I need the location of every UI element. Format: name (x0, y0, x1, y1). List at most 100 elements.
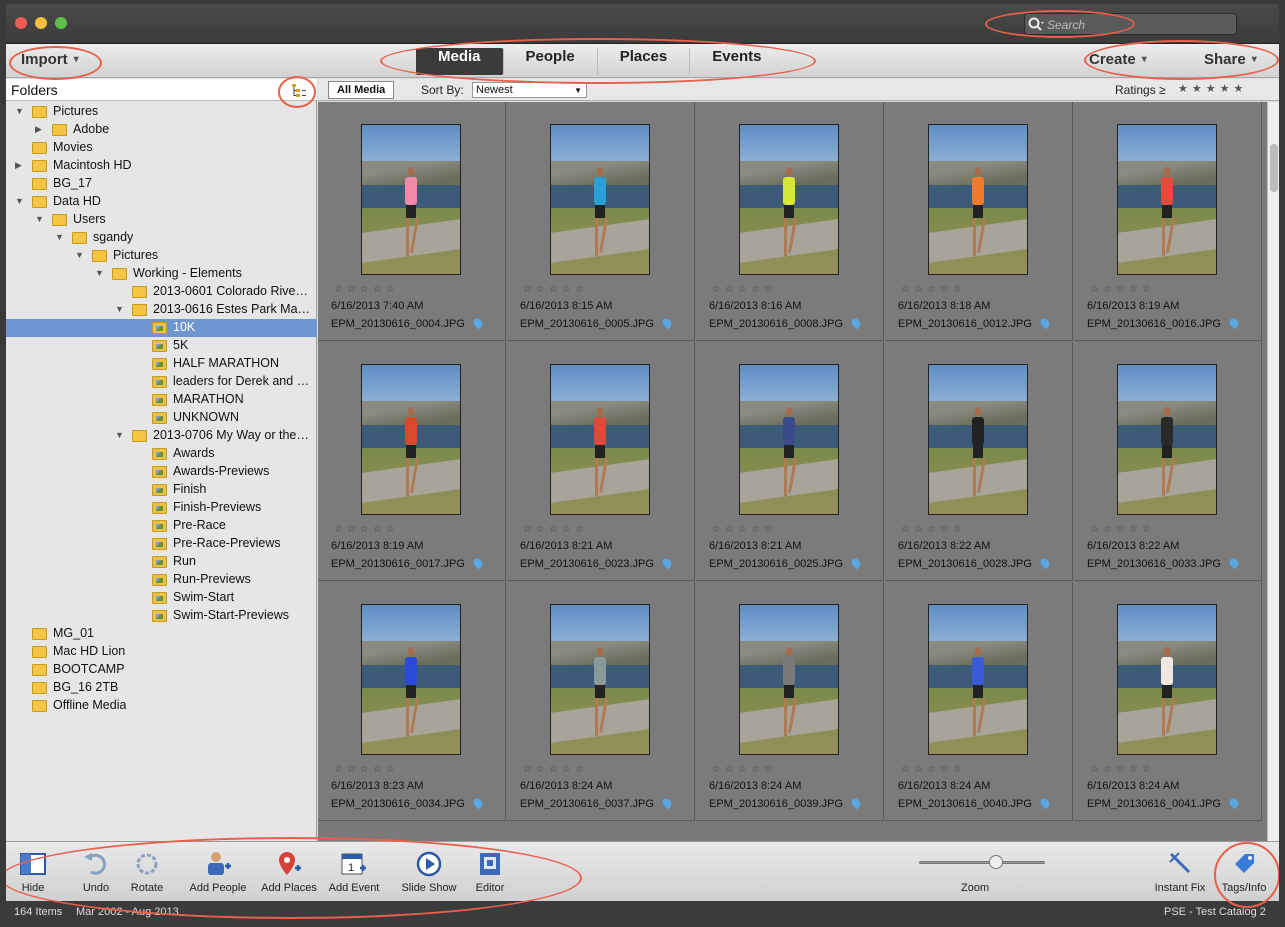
disclosure-closed-icon[interactable]: ▶ (15, 160, 22, 171)
location-pin-icon[interactable] (1227, 316, 1241, 330)
photo-thumbnail[interactable] (739, 604, 839, 755)
photo-thumbnail[interactable] (550, 604, 650, 755)
media-thumbnail-cell[interactable]: ☆☆☆☆☆ 6/16/2013 8:15 AM EPM_20130616_0005.… (507, 102, 695, 341)
folder-item[interactable]: Awards (6, 445, 317, 463)
rating-stars[interactable]: ☆☆☆☆☆ (334, 524, 399, 535)
media-thumbnail-cell[interactable]: ☆☆☆☆☆ 6/16/2013 8:22 AM EPM_20130616_0028.… (885, 342, 1073, 581)
media-thumbnail-cell[interactable]: ☆☆☆☆☆ 6/16/2013 8:24 AM EPM_20130616_0040.… (885, 582, 1073, 821)
folder-item[interactable]: ▶ Macintosh HD (6, 157, 317, 175)
folder-item[interactable]: ▼ 2013-0616 Estes Park Mar… (6, 301, 317, 319)
folder-item[interactable]: UNKNOWN (6, 409, 317, 427)
folder-item[interactable]: 5K (6, 337, 317, 355)
photo-thumbnail[interactable] (361, 364, 461, 515)
location-pin-icon[interactable] (1038, 556, 1052, 570)
folder-item[interactable]: Movies (6, 139, 317, 157)
folder-item[interactable]: ▼ 2013-0706 My Way or the… (6, 427, 317, 445)
instant-fix-button[interactable]: Instant Fix (1152, 850, 1208, 894)
folder-item[interactable]: Offline Media (6, 697, 317, 715)
folder-item[interactable]: Awards-Previews (6, 463, 317, 481)
location-pin-icon[interactable] (849, 316, 863, 330)
grid-scrollbar[interactable] (1267, 102, 1279, 841)
media-thumbnail-cell[interactable]: ☆☆☆☆☆ 6/16/2013 8:19 AM EPM_20130616_0017.… (318, 342, 506, 581)
media-thumbnail-cell[interactable]: ☆☆☆☆☆ 6/16/2013 8:24 AM EPM_20130616_0039.… (696, 582, 884, 821)
folder-item[interactable]: ▼ Working - Elements (6, 265, 317, 283)
photo-thumbnail[interactable] (1117, 604, 1217, 755)
folder-item[interactable]: BOOTCAMP (6, 661, 317, 679)
sort-by-select[interactable]: Newest ▼ (472, 82, 587, 98)
rating-stars[interactable]: ☆☆☆☆☆ (712, 284, 777, 295)
media-thumbnail-cell[interactable]: ☆☆☆☆☆ 6/16/2013 8:24 AM EPM_20130616_0041.… (1074, 582, 1262, 821)
folder-item[interactable]: ▶ Adobe (6, 121, 317, 139)
disclosure-open-icon[interactable]: ▼ (55, 232, 64, 242)
folder-item[interactable]: Run (6, 553, 317, 571)
zoom-slider[interactable] (919, 861, 1045, 864)
location-pin-icon[interactable] (471, 796, 485, 810)
photo-thumbnail[interactable] (1117, 124, 1217, 275)
folder-item[interactable]: Swim-Start-Previews (6, 607, 317, 625)
disclosure-open-icon[interactable]: ▼ (35, 214, 44, 224)
close-window-button[interactable] (15, 17, 27, 29)
rating-stars[interactable]: ☆☆☆☆☆ (523, 284, 588, 295)
rating-stars[interactable]: ☆☆☆☆☆ (712, 524, 777, 535)
location-pin-icon[interactable] (849, 556, 863, 570)
photo-thumbnail[interactable] (361, 124, 461, 275)
photo-thumbnail[interactable] (361, 604, 461, 755)
disclosure-open-icon[interactable]: ▼ (15, 106, 24, 116)
folder-item[interactable]: ▼ Pictures (6, 103, 317, 121)
zoom-slider-knob[interactable] (989, 855, 1004, 869)
media-thumbnail-cell[interactable]: ☆☆☆☆☆ 6/16/2013 8:24 AM EPM_20130616_0037.… (507, 582, 695, 821)
minimize-window-button[interactable] (35, 17, 47, 29)
disclosure-closed-icon[interactable]: ▶ (35, 124, 42, 135)
rating-stars[interactable]: ☆☆☆☆☆ (901, 524, 966, 535)
all-media-button[interactable]: All Media (328, 81, 395, 99)
rating-stars[interactable]: ☆☆☆☆☆ (334, 764, 399, 775)
folder-item[interactable]: ▼ Users (6, 211, 317, 229)
media-thumbnail-cell[interactable]: ☆☆☆☆☆ 6/16/2013 8:21 AM EPM_20130616_0025.… (696, 342, 884, 581)
photo-thumbnail[interactable] (928, 364, 1028, 515)
folder-item[interactable]: MG_01 (6, 625, 317, 643)
photo-thumbnail[interactable] (928, 124, 1028, 275)
folder-item[interactable]: Swim-Start (6, 589, 317, 607)
rating-stars[interactable]: ☆☆☆☆☆ (523, 524, 588, 535)
folder-item[interactable]: Finish-Previews (6, 499, 317, 517)
rating-stars[interactable]: ☆☆☆☆☆ (1090, 764, 1155, 775)
folder-item[interactable]: Run-Previews (6, 571, 317, 589)
disclosure-open-icon[interactable]: ▼ (95, 268, 104, 278)
folder-item[interactable]: ▼ Data HD (6, 193, 317, 211)
folder-item[interactable]: Mac HD Lion (6, 643, 317, 661)
media-thumbnail-cell[interactable]: ☆☆☆☆☆ 6/16/2013 8:22 AM EPM_20130616_0033.… (1074, 342, 1262, 581)
location-pin-icon[interactable] (660, 316, 674, 330)
location-pin-icon[interactable] (471, 316, 485, 330)
folder-item[interactable]: BG_16 2TB (6, 679, 317, 697)
photo-thumbnail[interactable] (550, 124, 650, 275)
folder-item[interactable]: 10K (6, 319, 317, 337)
media-thumbnail-cell[interactable]: ☆☆☆☆☆ 6/16/2013 8:21 AM EPM_20130616_0023.… (507, 342, 695, 581)
rating-stars[interactable]: ☆☆☆☆☆ (901, 764, 966, 775)
photo-thumbnail[interactable] (550, 364, 650, 515)
rating-stars[interactable]: ☆☆☆☆☆ (1090, 524, 1155, 535)
media-thumbnail-cell[interactable]: ☆☆☆☆☆ 6/16/2013 7:40 AM EPM_20130616_0004.… (318, 102, 506, 341)
folder-item[interactable]: 2013-0601 Colorado Rive… (6, 283, 317, 301)
folder-item[interactable]: ▼ sgandy (6, 229, 317, 247)
disclosure-open-icon[interactable]: ▼ (115, 304, 124, 314)
folder-item[interactable]: leaders for Derek and … (6, 373, 317, 391)
folder-item[interactable]: MARATHON (6, 391, 317, 409)
disclosure-open-icon[interactable]: ▼ (115, 430, 124, 440)
photo-thumbnail[interactable] (928, 604, 1028, 755)
rating-stars[interactable]: ☆☆☆☆☆ (334, 284, 399, 295)
photo-thumbnail[interactable] (739, 124, 839, 275)
folder-item[interactable]: BG_17 (6, 175, 317, 193)
photo-thumbnail[interactable] (739, 364, 839, 515)
ratings-filter-stars[interactable]: ★★★★★ (1178, 82, 1247, 95)
folder-item[interactable]: ▼ Pictures (6, 247, 317, 265)
photo-thumbnail[interactable] (1117, 364, 1217, 515)
location-pin-icon[interactable] (1038, 796, 1052, 810)
folder-item[interactable]: Finish (6, 481, 317, 499)
media-thumbnail-cell[interactable]: ☆☆☆☆☆ 6/16/2013 8:23 AM EPM_20130616_0034.… (318, 582, 506, 821)
location-pin-icon[interactable] (849, 796, 863, 810)
rating-stars[interactable]: ☆☆☆☆☆ (901, 284, 966, 295)
zoom-window-button[interactable] (55, 17, 67, 29)
location-pin-icon[interactable] (660, 556, 674, 570)
folder-item[interactable]: HALF MARATHON (6, 355, 317, 373)
location-pin-icon[interactable] (660, 796, 674, 810)
